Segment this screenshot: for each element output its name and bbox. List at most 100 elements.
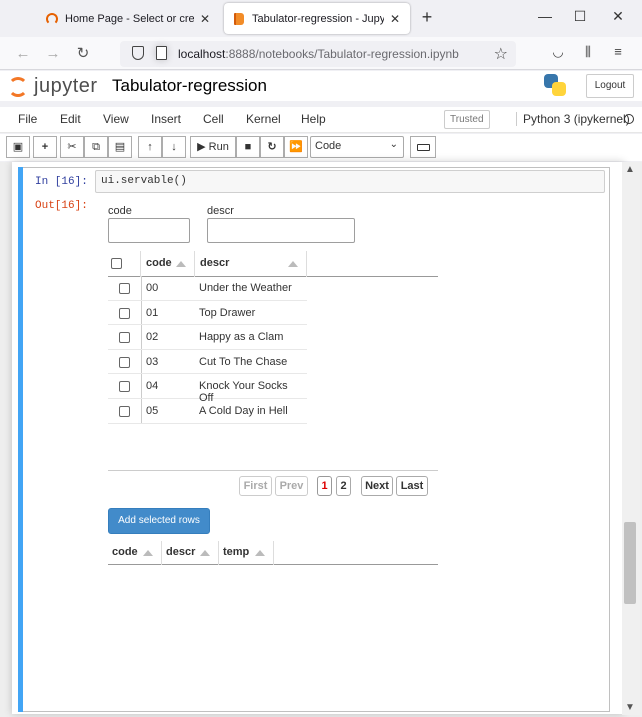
scrollbar-thumb[interactable] xyxy=(624,522,636,604)
pager-next-button[interactable]: Next xyxy=(361,476,393,496)
maximize-icon[interactable]: ☐ xyxy=(570,8,590,25)
notebook-title[interactable]: Tabulator-regression xyxy=(112,76,267,96)
move-down-icon[interactable]: ↓ xyxy=(162,136,186,158)
sort-arrow-icon[interactable] xyxy=(143,550,153,556)
add-selected-rows-button[interactable]: Add selected rows xyxy=(108,508,210,534)
library-icon[interactable]: ⫼ xyxy=(578,44,598,60)
jupyter-wordmark: jupyter xyxy=(34,75,98,97)
column-header-label: code xyxy=(146,257,172,269)
cell-source[interactable]: ui.servable() xyxy=(101,175,187,187)
new-tab-icon[interactable]: + xyxy=(416,7,438,28)
vertical-scrollbar[interactable]: ▲ ▼ xyxy=(622,162,640,715)
menu-icon[interactable]: ≡ xyxy=(608,44,628,59)
pager-last-button[interactable]: Last xyxy=(396,476,428,496)
row-select-checkbox[interactable] xyxy=(119,406,130,417)
run-button[interactable]: ▶ Run xyxy=(190,136,236,158)
keyboard-icon[interactable] xyxy=(410,136,436,158)
pager-prev-button[interactable]: Prev xyxy=(275,476,308,496)
column-header-descr[interactable]: descr xyxy=(195,251,307,277)
select-all-checkbox[interactable] xyxy=(111,258,122,269)
bookmark-star-icon[interactable]: ☆ xyxy=(494,44,508,64)
scroll-up-icon[interactable]: ▲ xyxy=(625,164,635,175)
menu-edit[interactable]: Edit xyxy=(60,112,81,126)
cell-type-select[interactable]: Code ⌄ xyxy=(310,136,404,158)
move-up-icon[interactable]: ↑ xyxy=(138,136,162,158)
restart-run-all-icon[interactable]: ⏩ xyxy=(284,136,308,158)
cell-input[interactable]: ui.servable() xyxy=(95,170,605,193)
reload-icon[interactable]: ↻ xyxy=(72,43,94,65)
browser-tab-notebook[interactable]: Tabulator-regression - Jupyter N ✕ xyxy=(224,3,410,34)
code-filter-input[interactable] xyxy=(108,218,190,243)
cell-descr[interactable]: Under the Weather xyxy=(194,276,297,300)
close-icon[interactable]: ✕ xyxy=(200,12,210,26)
pager-page-2[interactable]: 2 xyxy=(336,476,351,496)
cell-code[interactable]: 03 xyxy=(141,350,163,374)
interrupt-icon[interactable]: ■ xyxy=(236,136,260,158)
menu-cell[interactable]: Cell xyxy=(203,112,224,126)
sort-arrow-icon[interactable] xyxy=(255,550,265,556)
cell-code[interactable]: 05 xyxy=(141,399,163,423)
forward-icon[interactable]: → xyxy=(42,43,64,65)
pager-page-1[interactable]: 1 xyxy=(317,476,332,496)
row-select-checkbox[interactable] xyxy=(119,332,130,344)
cell-code[interactable]: 04 xyxy=(141,374,163,398)
row-select-checkbox[interactable] xyxy=(119,356,130,368)
table-row[interactable]: 02 Happy as a Clam xyxy=(108,325,307,350)
sort-arrow-icon[interactable] xyxy=(176,261,186,267)
cell-code[interactable]: 02 xyxy=(141,325,163,349)
column-header-code[interactable]: code xyxy=(108,541,162,565)
row-select-checkbox[interactable] xyxy=(119,307,130,319)
column-header-label: temp xyxy=(223,546,250,558)
back-icon[interactable]: ← xyxy=(12,43,34,65)
loading-icon xyxy=(46,12,58,25)
menu-view[interactable]: View xyxy=(103,112,129,126)
logout-button[interactable]: Logout xyxy=(586,74,634,98)
menu-insert[interactable]: Insert xyxy=(151,112,181,126)
table-row[interactable]: 00 Under the Weather xyxy=(108,276,307,301)
cell-code[interactable]: 00 xyxy=(141,276,163,300)
trusted-badge[interactable]: Trusted xyxy=(444,110,490,129)
cell-descr[interactable]: Top Drawer xyxy=(194,301,260,325)
menu-help[interactable]: Help xyxy=(301,112,326,126)
window-close-icon[interactable]: ✕ xyxy=(608,8,628,25)
column-header-temp[interactable]: temp xyxy=(219,541,274,565)
column-header-code[interactable]: code xyxy=(141,251,195,277)
row-select-checkbox[interactable] xyxy=(119,381,130,393)
restart-icon[interactable]: ↻ xyxy=(260,136,284,158)
menu-bar: File Edit View Insert Cell Kernel Help T… xyxy=(0,107,642,133)
scroll-down-icon[interactable]: ▼ xyxy=(625,702,635,713)
cell-descr[interactable]: A Cold Day in Hell xyxy=(194,399,293,423)
table-row[interactable]: 05 A Cold Day in Hell xyxy=(108,399,307,424)
pocket-icon[interactable]: ◡ xyxy=(548,44,568,60)
python-logo-icon xyxy=(544,74,566,96)
table-row[interactable]: 01 Top Drawer xyxy=(108,301,307,326)
jupyter-logo[interactable]: jupyter xyxy=(8,75,98,98)
table-row[interactable]: 04 Knock Your Socks Off xyxy=(108,374,307,404)
sort-arrow-icon[interactable] xyxy=(200,550,210,556)
descr-filter-input[interactable] xyxy=(207,218,355,243)
url-bar[interactable]: localhost:8888/notebooks/Tabulator-regre… xyxy=(120,41,516,67)
row-select-checkbox[interactable] xyxy=(119,283,130,294)
page-icon[interactable] xyxy=(156,46,167,60)
cell-descr[interactable]: Knock Your Socks Off xyxy=(194,374,307,404)
menu-kernel[interactable]: Kernel xyxy=(246,112,281,126)
shield-icon[interactable] xyxy=(132,46,144,60)
url-text[interactable]: localhost:8888/notebooks/Tabulator-regre… xyxy=(178,47,459,61)
cell-descr[interactable]: Cut To The Chase xyxy=(194,350,292,374)
save-icon[interactable]: ▣ xyxy=(6,136,30,158)
cell-descr[interactable]: Happy as a Clam xyxy=(194,325,288,349)
kernel-name[interactable]: Python 3 (ipykernel) xyxy=(516,112,630,126)
minimize-icon[interactable]: — xyxy=(535,8,555,24)
insert-cell-icon[interactable]: + xyxy=(33,136,57,158)
table-row[interactable]: 03 Cut To The Chase xyxy=(108,350,307,375)
close-icon[interactable]: ✕ xyxy=(390,12,400,26)
column-header-descr[interactable]: descr xyxy=(162,541,219,565)
sort-arrow-icon[interactable] xyxy=(288,261,298,267)
cell-code[interactable]: 01 xyxy=(141,301,163,325)
pager-first-button[interactable]: First xyxy=(239,476,272,496)
menu-file[interactable]: File xyxy=(18,112,37,126)
cut-icon[interactable]: ✂ xyxy=(60,136,84,158)
browser-tab-home[interactable]: Home Page - Select or create a ✕ xyxy=(36,3,220,34)
copy-icon[interactable]: ⧉ xyxy=(84,136,108,158)
paste-icon[interactable]: ▤ xyxy=(108,136,132,158)
